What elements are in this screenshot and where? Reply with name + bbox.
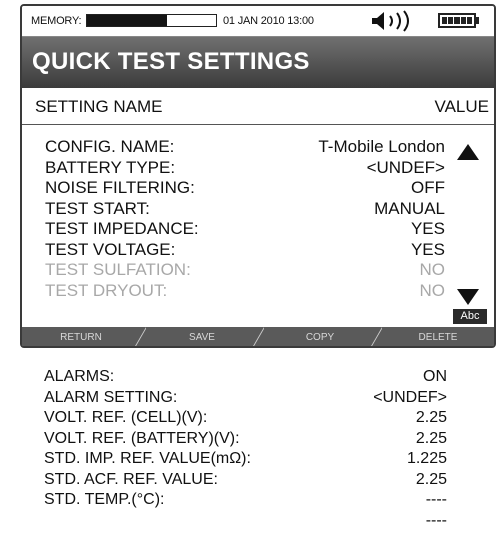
battery-icon [438, 13, 476, 28]
setting-row-battery-type[interactable]: BATTERY TYPE: <UNDEF> [22, 158, 494, 179]
setting-label: TEST SULFATION: [45, 260, 191, 279]
setting-row-alarms: ALARMS: ON [0, 367, 498, 388]
input-mode-badge: Abc [453, 309, 487, 324]
memory-usage-fill [87, 15, 167, 26]
setting-label: BATTERY TYPE: [45, 157, 176, 177]
setting-value: 2.25 [415, 470, 447, 488]
setting-row-test-start[interactable]: TEST START: MANUAL [22, 199, 494, 220]
scroll-up-arrow-icon[interactable] [457, 144, 479, 160]
setting-row-volt-ref-cell: VOLT. REF. (CELL)(V): 2.25 [0, 408, 498, 429]
status-bar: MEMORY: 01 JAN 2010 13:00 [22, 6, 494, 37]
header-setting-name: SETTING NAME [35, 97, 163, 116]
setting-label: CONFIG. NAME: [45, 137, 175, 156]
setting-value: 2.25 [415, 429, 447, 447]
setting-label: VOLT. REF. (CELL)(V): [44, 409, 208, 426]
save-button[interactable]: SAVE [146, 327, 258, 346]
copy-button[interactable]: COPY [264, 327, 376, 346]
setting-value: 1.225 [406, 450, 447, 467]
setting-value: MANUAL [374, 198, 445, 218]
delete-button[interactable]: DELETE [382, 327, 494, 346]
setting-label: TEST START: [45, 198, 150, 218]
setting-value: T-Mobile London [318, 137, 445, 156]
setting-row-test-sulfation: TEST SULFATION: NO [22, 260, 494, 281]
setting-row-alarm-setting: ALARM SETTING: <UNDEF> [0, 388, 498, 409]
setting-value: <UNDEF> [366, 157, 445, 177]
header-value: VALUE [434, 97, 490, 116]
memory-label: MEMORY: [31, 15, 82, 27]
scroll-down-arrow-icon[interactable] [457, 289, 479, 305]
additional-settings-list: ALARMS: ON ALARM SETTING: <UNDEF> VOLT. … [0, 367, 498, 531]
softkey-bar: RETURN SAVE COPY DELETE [22, 327, 494, 346]
setting-label: STD. ACF. REF. VALUE: [44, 470, 218, 488]
return-button[interactable]: RETURN [22, 327, 140, 346]
setting-label: TEST VOLTAGE: [45, 239, 176, 259]
setting-label: VOLT. REF. (BATTERY)(V): [44, 429, 240, 447]
setting-row-test-dryout: TEST DRYOUT: NO [22, 281, 494, 302]
page-title: QUICK TEST SETTINGS [32, 48, 310, 75]
speaker-icon [372, 10, 409, 32]
setting-value: 2.25 [415, 409, 447, 426]
datetime: 01 JAN 2010 13:00 [223, 15, 314, 27]
setting-row-volt-ref-battery: VOLT. REF. (BATTERY)(V): 2.25 [0, 429, 498, 450]
setting-label: STD. IMP. REF. VALUE(mΩ): [44, 450, 251, 467]
setting-row-unlabeled: ---- [0, 511, 498, 532]
setting-value: ON [423, 368, 447, 385]
setting-row-std-temp: STD. TEMP.(°C): ---- [0, 490, 498, 511]
setting-row-test-voltage[interactable]: TEST VOLTAGE: YES [22, 240, 494, 261]
memory-usage-bar [86, 14, 217, 27]
title-bar: QUICK TEST SETTINGS [22, 37, 494, 88]
setting-value: YES [410, 219, 445, 238]
setting-label: TEST IMPEDANCE: [45, 219, 199, 238]
setting-value: <UNDEF> [373, 388, 447, 406]
setting-row-config-name[interactable]: CONFIG. NAME: T-Mobile London [22, 137, 494, 158]
setting-label: TEST DRYOUT: [45, 280, 168, 300]
battery-tip-icon [476, 17, 479, 24]
setting-label: ALARMS: [44, 368, 115, 385]
settings-list: CONFIG. NAME: T-Mobile London BATTERY TY… [22, 137, 494, 301]
setting-row-std-acf-ref: STD. ACF. REF. VALUE: 2.25 [0, 470, 498, 491]
setting-value: OFF [411, 178, 445, 197]
device-screen: MEMORY: 01 JAN 2010 13:00 QUICK TEST SET… [20, 4, 496, 348]
setting-value: ---- [425, 511, 447, 529]
setting-value: YES [410, 239, 445, 259]
setting-row-noise-filtering[interactable]: NOISE FILTERING: OFF [22, 178, 494, 199]
setting-label: ALARM SETTING: [44, 388, 178, 406]
setting-label: NOISE FILTERING: [45, 178, 195, 197]
setting-row-test-impedance[interactable]: TEST IMPEDANCE: YES [22, 219, 494, 240]
setting-row-std-imp-ref: STD. IMP. REF. VALUE(mΩ): 1.225 [0, 449, 498, 470]
setting-value: ---- [425, 491, 447, 508]
setting-value: NO [419, 280, 446, 300]
setting-value: NO [419, 260, 446, 279]
setting-label: STD. TEMP.(°C): [44, 491, 165, 508]
column-header: SETTING NAME VALUE [22, 88, 494, 125]
